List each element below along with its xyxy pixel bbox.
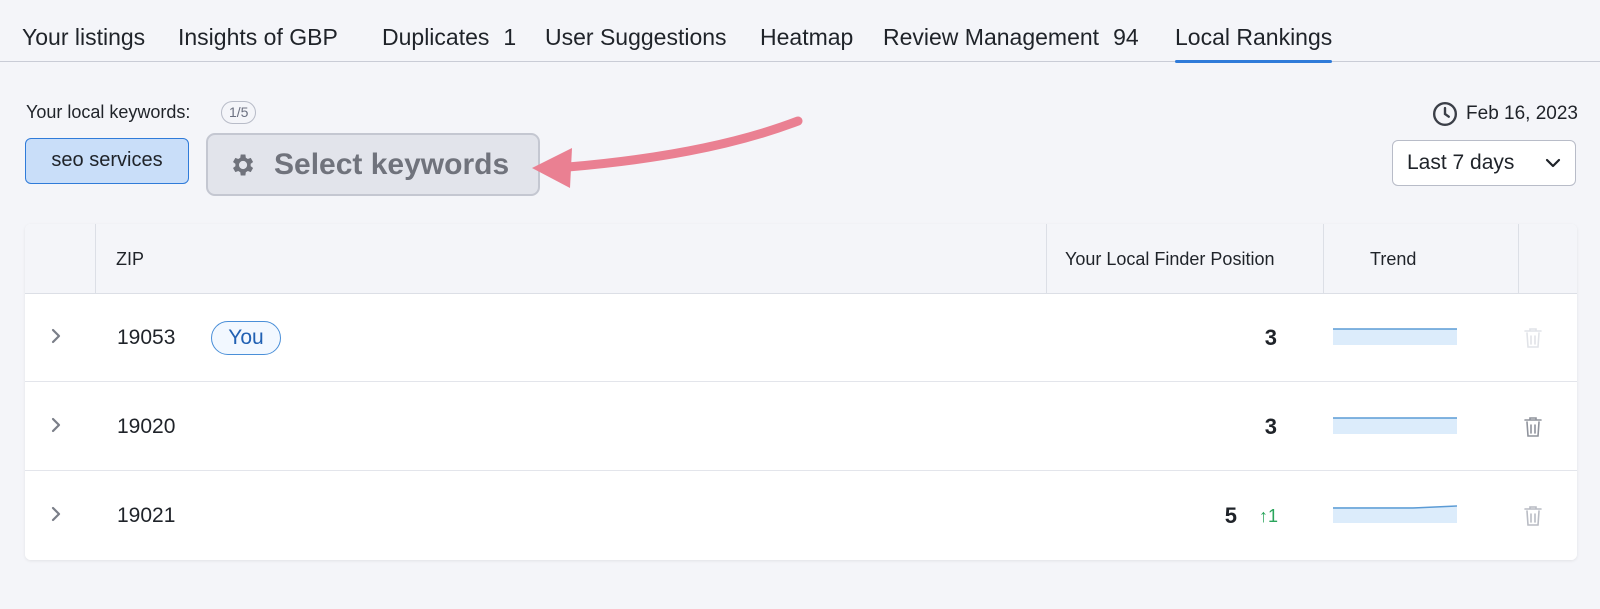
select-keywords-button[interactable]: Select keywords: [206, 133, 540, 196]
trend-sparkline: [1333, 328, 1457, 345]
position-change-up: ↑1: [1258, 506, 1278, 526]
tab-label: Duplicates: [382, 24, 490, 50]
report-date: Feb 16, 2023: [1432, 100, 1578, 128]
keyword-chip-seo-services[interactable]: seo services: [25, 138, 189, 184]
trend-sparkline: [1333, 417, 1457, 434]
clock-icon: [1432, 101, 1458, 127]
zip-code: 19053: [117, 326, 176, 349]
tab-label: Heatmap: [760, 24, 854, 50]
tab-label: Local Rankings: [1175, 24, 1333, 50]
local-keywords-label: Your local keywords:: [26, 102, 191, 122]
tab-label: Your listings: [22, 24, 146, 50]
tab-label: Review Management: [883, 24, 1100, 50]
tab-count-badge: 94: [1113, 24, 1139, 50]
tab-local-rankings[interactable]: Local Rankings: [1175, 24, 1333, 63]
zip-code: 19021: [117, 504, 176, 527]
chevron-right-icon[interactable]: [49, 415, 63, 435]
select-keywords-label: Select keywords: [274, 147, 510, 181]
tab-bar: Your listings Insights of GBP Duplicates…: [0, 0, 1600, 63]
tab-label: User Suggestions: [545, 24, 727, 50]
tab-insights-of-gbp[interactable]: Insights of GBP: [178, 24, 338, 62]
local-finder-position: 3: [1264, 414, 1277, 439]
column-header-zip: ZIP: [116, 249, 145, 269]
trash-icon[interactable]: [1524, 327, 1542, 349]
trash-icon[interactable]: [1524, 416, 1542, 438]
tab-user-suggestions[interactable]: User Suggestions: [545, 24, 727, 62]
column-header-trend: Trend: [1370, 249, 1417, 269]
column-divider: [1323, 224, 1324, 294]
column-header-position: Your Local Finder Position: [1065, 249, 1275, 269]
trash-icon[interactable]: [1524, 505, 1542, 527]
annotation-arrow: [532, 116, 803, 188]
column-divider: [1046, 224, 1047, 294]
local-finder-position: 5: [1224, 503, 1237, 528]
chevron-down-icon: [1545, 158, 1561, 168]
trend-sparkline: [1333, 505, 1457, 523]
table-row: 19021 5 ↑1: [25, 472, 1577, 560]
keyword-count-badge: 1/5: [221, 101, 257, 124]
zip-code: 19020: [117, 415, 176, 438]
chevron-right-icon[interactable]: [49, 504, 63, 524]
column-divider: [95, 224, 96, 294]
table-row: 19020 3: [25, 383, 1577, 471]
tab-duplicates[interactable]: Duplicates 1: [382, 24, 516, 62]
gear-icon: [233, 154, 254, 175]
table-header: ZIP Your Local Finder Position Trend: [25, 224, 1577, 294]
chevron-right-icon[interactable]: [49, 326, 63, 346]
rankings-table: ZIP Your Local Finder Position Trend 190…: [25, 224, 1577, 560]
column-divider: [1518, 224, 1519, 294]
tab-heatmap[interactable]: Heatmap: [760, 24, 853, 62]
table-row: 19053 You 3: [25, 294, 1577, 382]
date-text: Feb 16, 2023: [1466, 103, 1578, 124]
tab-review-management[interactable]: Review Management 94: [883, 24, 1139, 62]
period-dropdown[interactable]: Last 7 days: [1392, 140, 1576, 186]
period-dropdown-value: Last 7 days: [1407, 151, 1515, 174]
tab-label: Insights of GBP: [178, 24, 338, 50]
tab-your-listings[interactable]: Your listings: [22, 24, 145, 62]
you-badge: You: [211, 321, 281, 355]
local-finder-position: 3: [1264, 325, 1277, 350]
tab-count-badge: 1: [503, 24, 517, 50]
